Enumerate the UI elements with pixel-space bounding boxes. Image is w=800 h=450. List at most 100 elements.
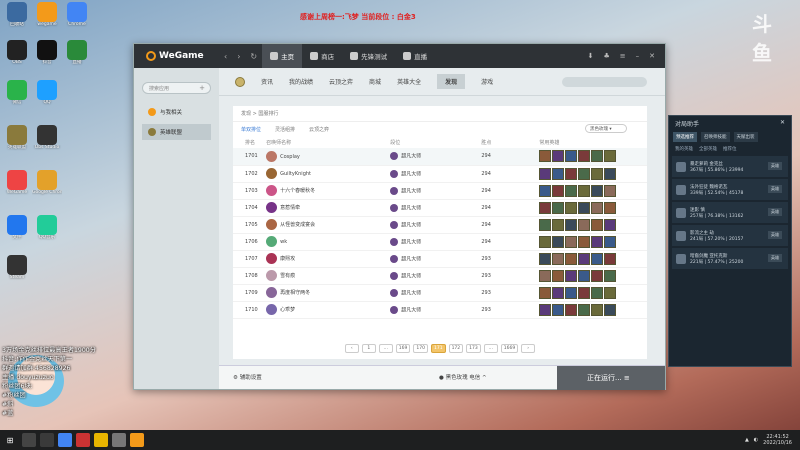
champion-icon[interactable] — [591, 167, 604, 180]
search-icon[interactable] — [22, 433, 36, 447]
champion-recommendation[interactable]: 影流之主 劫 241局 | 57.20% | 20157 英雄 — [672, 225, 788, 246]
folder-icon[interactable] — [94, 433, 108, 447]
subnav-search-input[interactable] — [562, 76, 647, 87]
champion-icon[interactable] — [552, 252, 565, 265]
champion-icon[interactable] — [591, 235, 604, 248]
champion-icon[interactable] — [591, 201, 604, 214]
panel-tab[interactable]: 天赋出装 — [733, 132, 758, 142]
chrome-icon[interactable] — [58, 433, 72, 447]
close-icon[interactable]: ✕ — [649, 52, 655, 60]
filter-灵活组排[interactable]: 灵活组排 — [275, 126, 295, 133]
champion-icon[interactable] — [565, 167, 578, 180]
app-icon[interactable] — [76, 433, 90, 447]
hero-button[interactable]: 英雄 — [768, 162, 782, 170]
desktop-icon[interactable]: 抖音 — [32, 40, 62, 66]
tab-直播[interactable]: 直播 — [395, 44, 435, 68]
champion-icon[interactable] — [591, 303, 604, 316]
champion-recommendation[interactable]: 法外狂徒 魏格诺瓦 339局 | 52.54% | 45178 英雄 — [672, 179, 788, 200]
filter-单双排位[interactable]: 单双排位 — [241, 126, 261, 133]
game-server-label[interactable]: ● 黑色玫瑰 电信 ^ — [439, 373, 487, 381]
champion-icon[interactable] — [552, 167, 565, 180]
tab-先锋测试[interactable]: 先锋测试 — [342, 44, 395, 68]
panel-tab[interactable]: 预选推荐 — [673, 132, 697, 142]
page-button[interactable]: … — [483, 344, 498, 353]
champion-icon[interactable] — [591, 184, 604, 197]
desktop-icon[interactable]: 回收站 — [2, 2, 32, 28]
table-row[interactable]: 1703 十六个春暖秋冬 超凡大师 294 — [233, 182, 647, 200]
champion-icon[interactable] — [552, 201, 565, 214]
desktop-icon[interactable]: 文件 — [2, 215, 32, 241]
close-icon[interactable]: ✕ — [780, 119, 785, 126]
champion-icon[interactable] — [578, 235, 591, 248]
champion-icon[interactable] — [565, 269, 578, 282]
page-button[interactable]: 170 — [413, 344, 428, 353]
network-icon[interactable]: ▲ — [745, 437, 749, 443]
subnav-item-发现[interactable]: 发现 — [437, 74, 466, 89]
gift-icon[interactable]: ♣ — [603, 52, 609, 60]
desktop-icon[interactable]: WeGame — [2, 170, 32, 196]
champion-icon[interactable] — [552, 269, 565, 282]
tab-商店[interactable]: 商店 — [302, 44, 342, 68]
page-button[interactable]: 1 — [361, 344, 376, 353]
page-button[interactable]: 1669 — [500, 344, 519, 353]
desktop-icon[interactable]: 微信 — [2, 80, 32, 106]
task-view-icon[interactable] — [40, 433, 54, 447]
champion-icon[interactable] — [578, 201, 591, 214]
server-select[interactable]: 黑色玫瑰 ▾ — [585, 124, 627, 133]
champion-icon[interactable] — [565, 286, 578, 299]
hero-button[interactable]: 英雄 — [768, 254, 782, 262]
champion-icon[interactable] — [591, 286, 604, 299]
subnav-item-云顶之弈[interactable]: 云顶之弈 — [329, 77, 353, 86]
champion-icon[interactable] — [604, 235, 617, 248]
champion-icon[interactable] — [591, 218, 604, 231]
champion-icon[interactable] — [604, 218, 617, 231]
page-button[interactable]: 172 — [448, 344, 464, 353]
page-button[interactable]: ‹ — [344, 344, 359, 353]
subnav-item-游戏[interactable]: 游戏 — [481, 77, 493, 86]
champion-icon[interactable] — [565, 303, 578, 316]
champion-icon[interactable] — [552, 303, 565, 316]
assist-settings-button[interactable]: ⚙ 辅助设置 — [233, 373, 262, 381]
champion-icon[interactable] — [604, 303, 617, 316]
volume-icon[interactable]: ◐ — [754, 437, 758, 443]
hero-button[interactable]: 英雄 — [768, 185, 782, 193]
table-row[interactable]: 1705 从怪兽变成宴会 超凡大师 294 — [233, 216, 647, 234]
table-row[interactable]: 1709 再度相守两冬 超凡大师 293 — [233, 284, 647, 302]
subnav-item-我的战绩[interactable]: 我的战绩 — [289, 77, 313, 86]
champion-icon[interactable] — [539, 252, 552, 265]
subnav-item-资讯[interactable]: 资讯 — [261, 77, 273, 86]
wegame-icon[interactable] — [130, 433, 144, 447]
wegame-brand[interactable]: WeGame — [134, 51, 219, 61]
champion-icon[interactable] — [604, 269, 617, 282]
table-row[interactable]: 1706 wk 超凡大师 294 — [233, 233, 647, 251]
champion-icon[interactable] — [565, 150, 578, 163]
champion-icon[interactable] — [565, 252, 578, 265]
tab-主页[interactable]: 主页 — [262, 44, 303, 68]
panel-subtab[interactable]: 全部英雄 — [699, 146, 717, 152]
champion-icon[interactable] — [578, 286, 591, 299]
page-button[interactable]: 171 — [430, 344, 446, 353]
champion-recommendation[interactable]: 迷影 慎 257局 | 76.38% | 13162 英雄 — [672, 202, 788, 223]
champion-icon[interactable] — [539, 269, 552, 282]
champion-icon[interactable] — [604, 150, 617, 163]
champion-icon[interactable] — [578, 150, 591, 163]
lol-icon[interactable] — [112, 433, 126, 447]
champion-icon[interactable] — [604, 167, 617, 180]
download-icon[interactable]: ⬇ — [588, 52, 594, 60]
champion-icon[interactable] — [565, 235, 578, 248]
desktop-icon[interactable]: QQ音乐 — [32, 215, 62, 241]
champion-icon[interactable] — [604, 286, 617, 299]
champion-icon[interactable] — [552, 150, 565, 163]
panel-subtab[interactable]: 我的英雄 — [675, 146, 693, 152]
champion-icon[interactable] — [565, 218, 578, 231]
hero-button[interactable]: 英雄 — [768, 231, 782, 239]
hero-button[interactable]: 英雄 — [768, 208, 782, 216]
champion-icon[interactable] — [552, 184, 565, 197]
filter-云顶之弈[interactable]: 云顶之弈 — [309, 126, 329, 133]
champion-icon[interactable] — [539, 286, 552, 299]
panel-tab[interactable]: 召唤师技能 — [701, 132, 730, 142]
desktop-icon[interactable]: QQ — [32, 80, 62, 106]
champion-icon[interactable] — [552, 218, 565, 231]
champion-icon[interactable] — [591, 269, 604, 282]
table-row[interactable]: 1710 心乖梦 超凡大师 293 — [233, 301, 647, 319]
